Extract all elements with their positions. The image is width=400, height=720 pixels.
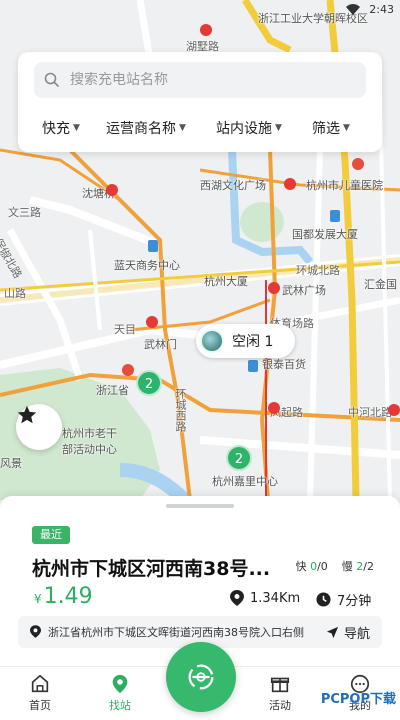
fast-available: 0 — [310, 560, 318, 573]
charging-cluster[interactable]: 2 — [226, 445, 252, 471]
poi-star-icon — [352, 158, 364, 170]
tab-find-station-label: 找站 — [109, 699, 131, 712]
fast-label: 快 — [295, 560, 307, 573]
map-label-wensan-road: 文三路 — [8, 206, 41, 219]
poi-pin-icon — [248, 360, 258, 372]
search-icon — [44, 72, 60, 88]
duration: 7分钟 — [316, 590, 371, 609]
metro-station-icon — [268, 402, 280, 414]
duration-value: 7分钟 — [337, 594, 372, 609]
map-label-huancheng-west-road: 环城西路 — [174, 388, 187, 432]
scan-icon — [188, 664, 214, 690]
tab-find-station[interactable]: 找站 — [90, 673, 150, 713]
navigation-arrow-icon — [326, 626, 339, 639]
favorites-button[interactable] — [16, 404, 62, 450]
map-label-huancheng-north-road: 环城北路 — [296, 264, 340, 277]
gift-icon — [270, 677, 290, 693]
map-label-lantian-center: 蓝天商务中心 — [114, 259, 180, 272]
wifi-icon — [346, 4, 360, 15]
status-time: 2:43 — [369, 3, 394, 16]
map-label-hz-tower: 杭州大厦 — [204, 275, 248, 288]
caret-down-icon: ▼ — [275, 123, 282, 133]
fast-total: /0 — [317, 560, 328, 573]
map-label-laogan-center-1: 杭州市老干 — [62, 427, 117, 440]
map-label-zhonghe-north-road: 中河北路 — [348, 406, 392, 419]
navigate-button[interactable]: 导航 — [326, 623, 370, 642]
charger-counts: 快 0/0 慢 2/2 — [296, 558, 374, 574]
watermark: PCPOP下载 — [320, 692, 396, 707]
search-card: 快充▼ 运营商名称▼ 站内设施▼ 筛选▼ — [18, 52, 382, 152]
currency-symbol: ¥ — [34, 592, 42, 606]
metro-station-icon — [106, 184, 118, 196]
filter-fast-charge[interactable]: 快充 ▼ — [42, 118, 80, 138]
caret-down-icon: ▼ — [73, 123, 80, 133]
metro-station-icon — [268, 282, 280, 294]
map-label-shanlu: 山路 — [4, 287, 26, 300]
poi-pin-icon — [148, 240, 158, 252]
tab-home-label: 首页 — [29, 699, 51, 712]
location-pin-icon — [112, 674, 128, 694]
map-label-tianmu: 天目 — [114, 323, 136, 336]
station-marker-bubble[interactable]: 空闲 1 — [196, 324, 296, 358]
search-box[interactable] — [34, 62, 366, 98]
clock-icon — [316, 592, 331, 607]
star-icon — [17, 405, 37, 424]
metro-station-icon — [284, 178, 296, 190]
caret-down-icon: ▼ — [343, 123, 350, 133]
slow-total: /2 — [363, 560, 374, 573]
map-label-huijin: 汇金国 — [364, 278, 397, 291]
caret-down-icon: ▼ — [179, 123, 186, 133]
station-name: 杭州市下城区河西南38号... — [32, 558, 271, 580]
search-input[interactable] — [70, 62, 360, 98]
map-label-guomao: 国都发展大厦 — [292, 228, 358, 241]
drag-handle[interactable] — [166, 504, 234, 508]
station-address: 浙江省杭州市下城区文晖街道河西南38号院入口右侧 — [48, 626, 304, 639]
charging-station-icon — [200, 329, 224, 353]
navigate-label: 导航 — [343, 627, 370, 642]
station-card[interactable]: 最近 杭州市下城区河西南38号... 快 0/0 慢 2/2 ¥1.49 1.3… — [0, 496, 400, 666]
home-icon — [31, 674, 49, 693]
filter-label: 站内设施 — [216, 121, 272, 137]
metro-station-icon — [146, 316, 158, 328]
location-pin-icon — [30, 625, 41, 638]
filter-label: 运营商名称 — [106, 121, 176, 137]
filter-label: 快充 — [42, 121, 70, 137]
charging-cluster[interactable]: 2 — [136, 370, 162, 396]
filter-operator[interactable]: 运营商名称 ▼ — [106, 118, 186, 138]
map-label-wulin-plaza: 武林广场 — [282, 284, 326, 297]
map-label-laogan-center-2: 部活动中心 — [62, 443, 117, 456]
slow-label: 慢 — [341, 560, 353, 573]
map-label-zhejiang-provincial: 浙江省 — [96, 384, 129, 397]
distance-value: 1.34Km — [250, 590, 301, 606]
scan-charge-button[interactable] — [166, 642, 236, 712]
tab-home[interactable]: 首页 — [10, 673, 70, 713]
map-label-wulinmen: 武林门 — [144, 338, 177, 351]
price: ¥1.49 — [34, 584, 93, 609]
tab-activity-label: 活动 — [269, 699, 291, 712]
filter-label: 筛选 — [312, 121, 340, 137]
location-pin-icon — [230, 590, 244, 606]
station-availability: 空闲 1 — [232, 334, 274, 350]
metro-station-icon — [388, 404, 400, 416]
distance: 1.34Km — [230, 590, 300, 606]
filter-row: 快充 ▼ 运营商名称 ▼ 站内设施 ▼ 筛选 ▼ — [18, 110, 382, 146]
tab-activity[interactable]: 活动 — [250, 673, 310, 713]
map-label-xixi-culture: 西湖文化广场 — [200, 179, 266, 192]
price-value: 1.49 — [43, 584, 93, 609]
poi-star-icon — [122, 364, 134, 376]
poi-pin-icon — [330, 210, 340, 222]
recent-badge: 最近 — [32, 526, 70, 544]
map-label-jiali-center: 杭州嘉里中心 — [212, 475, 278, 488]
filter-facilities[interactable]: 站内设施 ▼ — [216, 118, 282, 138]
filter-more[interactable]: 筛选 ▼ — [312, 118, 350, 138]
map-label-yintai: 银泰百货 — [262, 358, 306, 371]
metro-station-icon — [200, 24, 212, 36]
map-label-fengjing: 风景 — [0, 457, 22, 470]
map-label-hz-children-hosp: 杭州市儿童医院 — [306, 179, 383, 192]
